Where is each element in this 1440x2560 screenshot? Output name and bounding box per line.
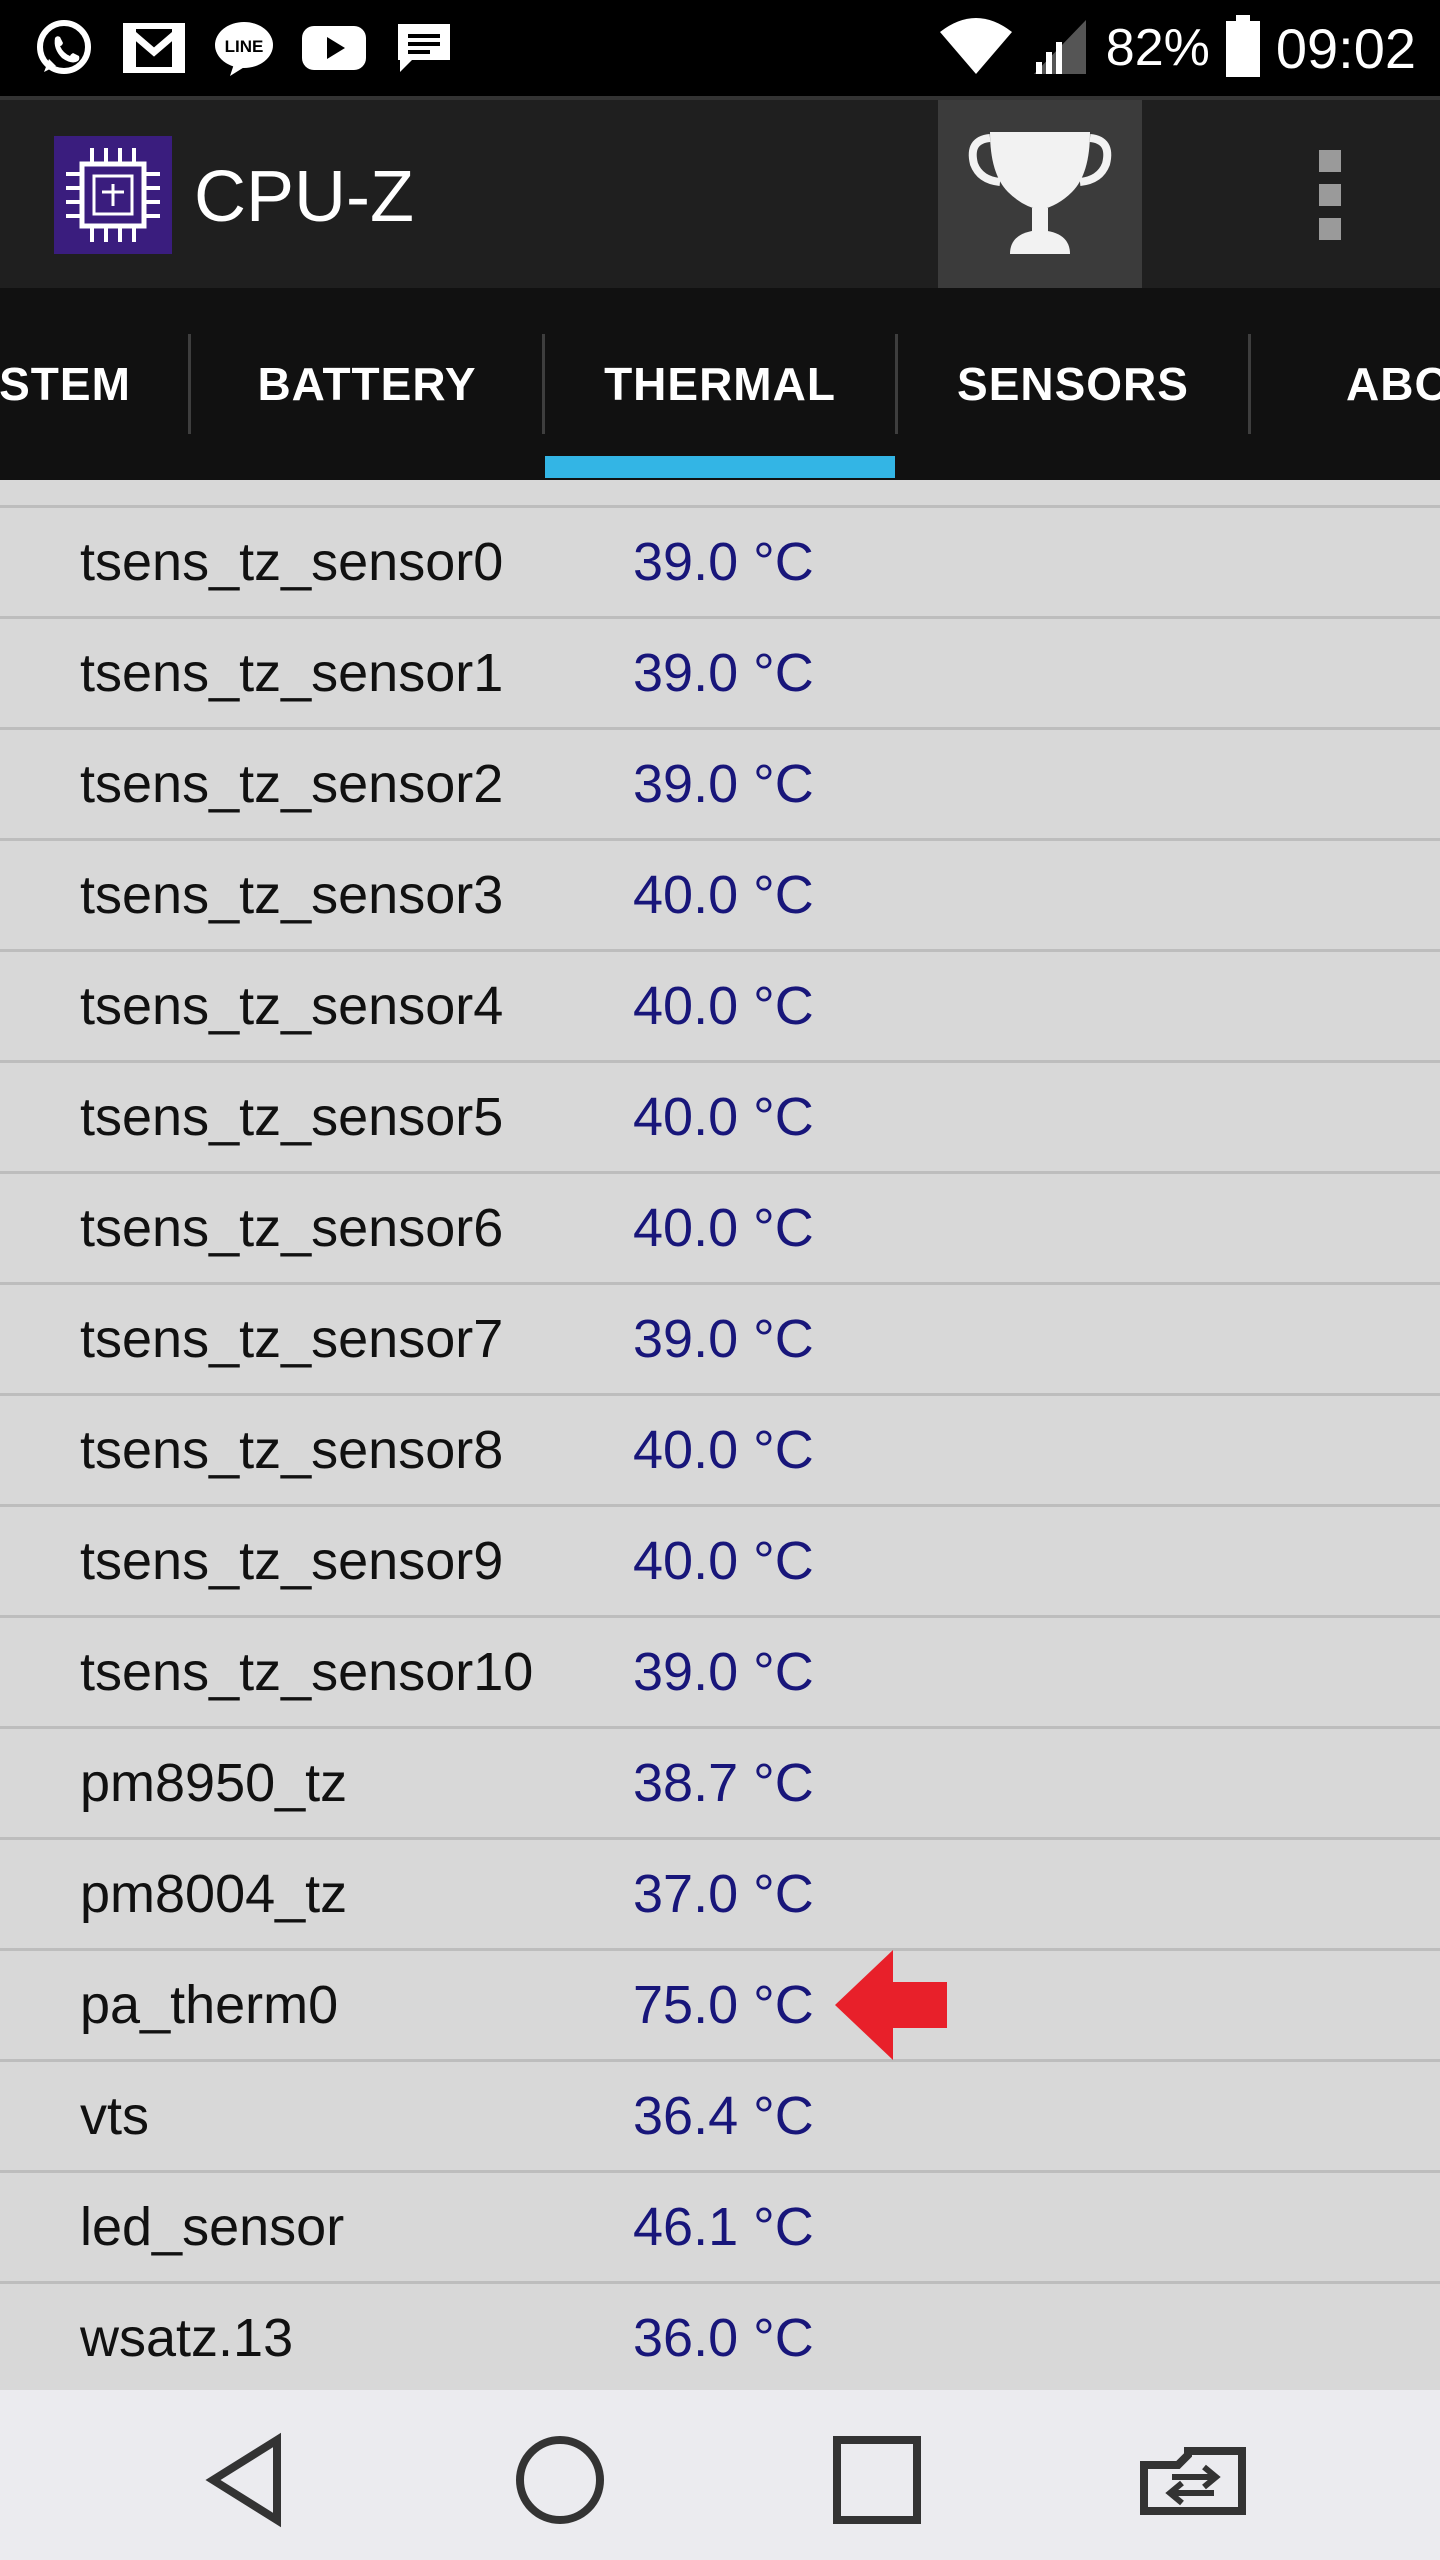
- table-row: tsens_tz_sensor9 40.0 °C: [0, 1504, 1440, 1615]
- trophy-icon[interactable]: [938, 100, 1142, 288]
- sensor-name: tsens_tz_sensor5: [80, 1087, 504, 1147]
- table-row: [0, 480, 1440, 501]
- whatsapp-icon: [30, 14, 98, 82]
- sensor-temperature: 37.0 °C: [633, 1864, 814, 1924]
- sensor-temperature: 75.0 °C: [633, 1975, 814, 2035]
- line-icon: LINE: [210, 14, 278, 82]
- sensor-temperature: 40.0 °C: [633, 1087, 814, 1147]
- svg-text:LINE: LINE: [225, 37, 264, 56]
- table-row: vts 36.4 °C: [0, 2059, 1440, 2170]
- tab-battery[interactable]: BATTERY: [190, 288, 544, 480]
- status-bar: LINE 82% 09:02: [0, 0, 1440, 96]
- sensor-temperature: 39.0 °C: [633, 643, 814, 703]
- table-row: pa_therm0 75.0 °C: [0, 1948, 1440, 2059]
- thermal-list[interactable]: tsens_tz_sensor0 39.0 °C tsens_tz_sensor…: [0, 480, 1440, 2390]
- tab-sensors[interactable]: SENSORS: [898, 288, 1248, 480]
- table-row: tsens_tz_sensor0 39.0 °C: [0, 505, 1440, 616]
- sensor-name: wsatz.13: [80, 2308, 294, 2368]
- switch-app-icon[interactable]: [1138, 2425, 1248, 2535]
- table-row: tsens_tz_sensor6 40.0 °C: [0, 1171, 1440, 1282]
- sensor-temperature: 40.0 °C: [633, 865, 814, 925]
- message-icon: [390, 14, 458, 82]
- table-row: tsens_tz_sensor7 39.0 °C: [0, 1282, 1440, 1393]
- sensor-temperature: 39.0 °C: [633, 1309, 814, 1369]
- app-title: CPU-Z: [194, 157, 414, 237]
- action-bar: CPU-Z: [0, 96, 1440, 288]
- sensor-temperature: 46.1 °C: [633, 2197, 814, 2257]
- table-row: tsens_tz_sensor2 39.0 °C: [0, 727, 1440, 838]
- clock: 09:02: [1275, 16, 1416, 80]
- sensor-name: tsens_tz_sensor1: [80, 643, 504, 703]
- table-row: tsens_tz_sensor8 40.0 °C: [0, 1393, 1440, 1504]
- sensor-name: tsens_tz_sensor7: [80, 1309, 504, 1369]
- table-row: wsatz.13 36.0 °C: [0, 2281, 1440, 2390]
- table-row: led_sensor 46.1 °C: [0, 2170, 1440, 2281]
- table-row: tsens_tz_sensor5 40.0 °C: [0, 1060, 1440, 1171]
- table-row: tsens_tz_sensor1 39.0 °C: [0, 616, 1440, 727]
- sensor-name: vts: [80, 2086, 150, 2146]
- battery-icon: [1225, 14, 1260, 82]
- table-row: tsens_tz_sensor10 39.0 °C: [0, 1615, 1440, 1726]
- sensor-name: led_sensor: [80, 2197, 345, 2257]
- gmail-icon: [120, 14, 188, 82]
- sensor-temperature: 39.0 °C: [633, 754, 814, 814]
- wifi-icon: [938, 16, 1014, 81]
- sensor-name: tsens_tz_sensor8: [80, 1420, 504, 1480]
- battery-percent: 82%: [1105, 19, 1210, 77]
- youtube-icon: [300, 14, 368, 82]
- sensor-temperature: 39.0 °C: [633, 1642, 814, 1702]
- sensor-name: tsens_tz_sensor4: [80, 976, 504, 1036]
- sensor-name: pa_therm0: [80, 1975, 339, 2035]
- sensor-name: tsens_tz_sensor9: [80, 1531, 504, 1591]
- sensor-temperature: 40.0 °C: [633, 1531, 814, 1591]
- back-icon[interactable]: [190, 2425, 300, 2535]
- sensor-temperature: 40.0 °C: [633, 1420, 814, 1480]
- table-row: tsens_tz_sensor3 40.0 °C: [0, 838, 1440, 949]
- cpu-chip-icon[interactable]: [54, 136, 172, 254]
- tab-bar: STEM BATTERY THERMAL SENSORS ABO: [0, 288, 1440, 480]
- overflow-menu-icon[interactable]: [1294, 150, 1366, 240]
- home-icon[interactable]: [505, 2425, 615, 2535]
- signal-icon: [1030, 16, 1090, 81]
- sensor-temperature: 36.4 °C: [633, 2086, 814, 2146]
- table-row: tsens_tz_sensor4 40.0 °C: [0, 949, 1440, 1060]
- sensor-name: pm8004_tz: [80, 1864, 348, 1924]
- table-row: pm8950_tz 38.7 °C: [0, 1726, 1440, 1837]
- sensor-name: tsens_tz_sensor10: [80, 1642, 534, 1702]
- sensor-temperature: 40.0 °C: [633, 976, 814, 1036]
- sensor-name: tsens_tz_sensor0: [80, 532, 504, 592]
- highlight-arrow-icon: [835, 1950, 947, 2065]
- tab-thermal[interactable]: THERMAL: [545, 288, 895, 480]
- sensor-temperature: 36.0 °C: [633, 2308, 814, 2368]
- sensor-name: tsens_tz_sensor3: [80, 865, 504, 925]
- sensor-temperature: 38.7 °C: [633, 1753, 814, 1813]
- sensor-temperature: 40.0 °C: [633, 1198, 814, 1258]
- sensor-temperature: 39.0 °C: [633, 532, 814, 592]
- sensor-name: tsens_tz_sensor6: [80, 1198, 504, 1258]
- tab-system[interactable]: STEM: [0, 288, 190, 480]
- tab-divider: [1248, 334, 1251, 434]
- selected-tab-indicator: [545, 456, 895, 478]
- navigation-bar: [0, 2390, 1440, 2560]
- table-row: pm8004_tz 37.0 °C: [0, 1837, 1440, 1948]
- sensor-name: pm8950_tz: [80, 1753, 348, 1813]
- sensor-name: tsens_tz_sensor2: [80, 754, 504, 814]
- recents-icon[interactable]: [822, 2425, 932, 2535]
- tab-about[interactable]: ABO: [1300, 288, 1440, 480]
